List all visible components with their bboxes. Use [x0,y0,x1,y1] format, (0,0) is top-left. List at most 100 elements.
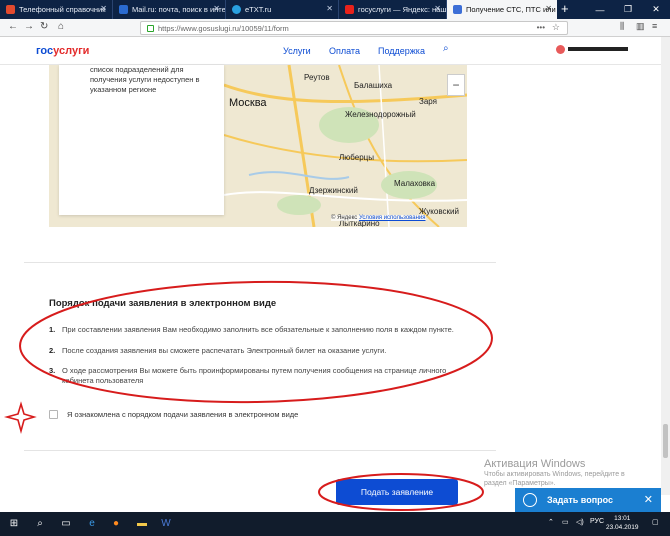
url-text: https://www.gosuslugi.ru/10059/11/form [158,23,289,33]
browser-tab[interactable]: Телефонный справочник ✕ [0,0,113,19]
submit-application-button[interactable]: Подать заявление [336,479,458,505]
edge-browser-icon[interactable]: e [84,516,100,532]
agreement-checkbox[interactable] [49,410,58,419]
watermark-title: Активация Windows [484,458,586,470]
forward-icon[interactable]: → [24,21,34,32]
card-text-line: указанном регионе [90,85,157,94]
new-tab-icon[interactable]: + [561,1,569,16]
map-city-label: Заря [419,97,437,106]
windows-activation-watermark: Активация Windows Чтобы активировать Win… [484,458,625,488]
procedure-title: Порядок подачи заявления в электронном в… [49,298,277,309]
clock-time: 13:01 [614,515,631,522]
map-copyright-text: © Яндекс [331,215,358,221]
scrollbar-thumb[interactable] [663,424,668,458]
step-number: 1. [49,325,56,334]
section-divider [24,450,496,451]
agreement-checkbox-row[interactable]: Я ознакомлена с порядком подачи заявлени… [49,410,298,419]
home-icon[interactable]: ⌂ [58,21,64,32]
close-tab-icon[interactable]: ✕ [213,4,220,13]
library-icon[interactable]: ⫼ [620,21,624,32]
map-city-label: Москва [229,97,267,109]
tray-volume-icon[interactable]: ◁) [576,518,584,526]
windows-start-icon[interactable]: ⊞ [6,516,22,532]
close-tab-icon[interactable]: ✕ [326,4,333,13]
browser-tab[interactable]: eTXT.ru ✕ [226,0,339,19]
nav-services[interactable]: Услуги [283,46,311,56]
map-city-label: Реутов [304,73,330,82]
tab-label: Телефонный справочник [19,5,106,14]
search-icon[interactable]: ⌕ [443,43,449,54]
bookmark-star-icon[interactable]: ☆ [552,22,560,33]
sidebar-icon[interactable]: ▥ [636,21,645,32]
search-icon[interactable]: ⌕ [32,516,48,532]
card-text-line: получения услуги недоступен в [90,75,200,84]
browser-tab[interactable]: Mail.ru: почта, поиск в инте ✕ [113,0,226,19]
map-terms-link[interactable]: Условия использования [359,215,426,221]
annotation-star [3,401,37,435]
tray-battery-icon[interactable]: ▭ [562,518,569,526]
logo-part-gos: гос [36,45,54,57]
clock-date: 23.04.2019 [606,524,639,531]
close-tab-icon[interactable]: ✕ [545,4,552,13]
page-actions-icon[interactable]: ••• [537,23,545,32]
gosuslugi-logo[interactable]: госуслуги [36,45,89,57]
map-zoom-out-button[interactable]: − [447,74,465,96]
chat-label: Задать вопрос [547,495,614,505]
site-favicon-icon [6,5,15,14]
step-number: 2. [49,346,56,355]
step-text: При составлении заявления Вам необходимо… [62,325,454,334]
taskbar-clock[interactable]: 13:01 23.04.2019 [606,514,639,532]
restore-icon[interactable]: ❐ [614,0,642,19]
word-icon[interactable]: W [158,516,174,532]
firefox-icon[interactable]: ● [108,516,124,532]
lock-icon [147,24,154,32]
procedure-step: 3. О ходе рассмотрения Вы можете быть пр… [49,366,469,386]
chat-icon [523,493,537,507]
watermark-text: раздел «Параметры». [484,480,556,487]
map-city-label: Дзержинский [309,186,358,195]
agreement-label[interactable]: Я ознакомлена с порядком подачи заявлени… [67,410,298,419]
map-city-label: Балашиха [354,81,393,90]
browser-tab-active[interactable]: Получение СТС, ПТС или д ✕ [447,0,557,19]
ask-question-widget[interactable]: Задать вопрос ✕ [515,488,661,512]
language-indicator[interactable]: РУС [590,518,604,525]
browser-tab[interactable]: госуслуги — Яндекс: нашлс ✕ [339,0,447,19]
site-favicon-icon [345,5,354,14]
close-icon[interactable]: ✕ [644,493,653,506]
tab-label: eTXT.ru [245,5,272,14]
step-text: После создания заявления вы сможете расп… [62,346,387,355]
tray-network-icon[interactable]: ⌃ [548,518,554,526]
avatar[interactable] [556,45,565,54]
procedure-step: 1. При составлении заявления Вам необход… [49,325,469,335]
close-tab-icon[interactable]: ✕ [434,4,441,13]
map-city-label: Люберцы [339,153,374,162]
reload-icon[interactable]: ↻ [40,21,48,32]
nav-payment[interactable]: Оплата [329,46,360,56]
step-number: 3. [49,366,56,375]
close-tab-icon[interactable]: ✕ [100,4,107,13]
tab-label: Mail.ru: почта, поиск в инте [132,5,226,14]
procedure-step: 2. После создания заявления вы сможете р… [49,346,469,356]
nav-support[interactable]: Поддержка [378,46,425,56]
file-explorer-icon[interactable]: ▬ [134,516,150,532]
section-divider [24,262,496,263]
user-name-redacted[interactable] [568,47,628,51]
address-bar[interactable]: https://www.gosuslugi.ru/10059/11/form •… [140,21,568,35]
watermark-text: Чтобы активировать Windows, перейдите в [484,471,625,478]
close-window-icon[interactable]: ✕ [642,0,670,19]
tab-label: Получение СТС, ПТС или д [466,5,557,14]
site-favicon-icon [119,5,128,14]
back-icon[interactable]: ← [8,21,18,32]
card-text-line: список подразделений для [90,65,184,74]
menu-icon[interactable]: ≡ [652,21,657,31]
map-city-label: Железнодорожный [345,110,416,119]
department-list-card: список подразделений для получения услуг… [59,65,224,215]
map-copyright: © Яндекс Условия использования [331,215,426,221]
logo-part-uslugi: услуги [53,45,90,57]
site-favicon-icon [232,5,241,14]
notifications-icon[interactable]: ▢ [652,518,659,526]
task-view-icon[interactable]: ▭ [58,516,74,532]
browser-toolbar: ← → ↻ ⌂ https://www.gosuslugi.ru/10059/1… [0,19,670,37]
minimize-icon[interactable]: — [586,0,614,19]
map-city-label: Малаховка [394,179,436,188]
